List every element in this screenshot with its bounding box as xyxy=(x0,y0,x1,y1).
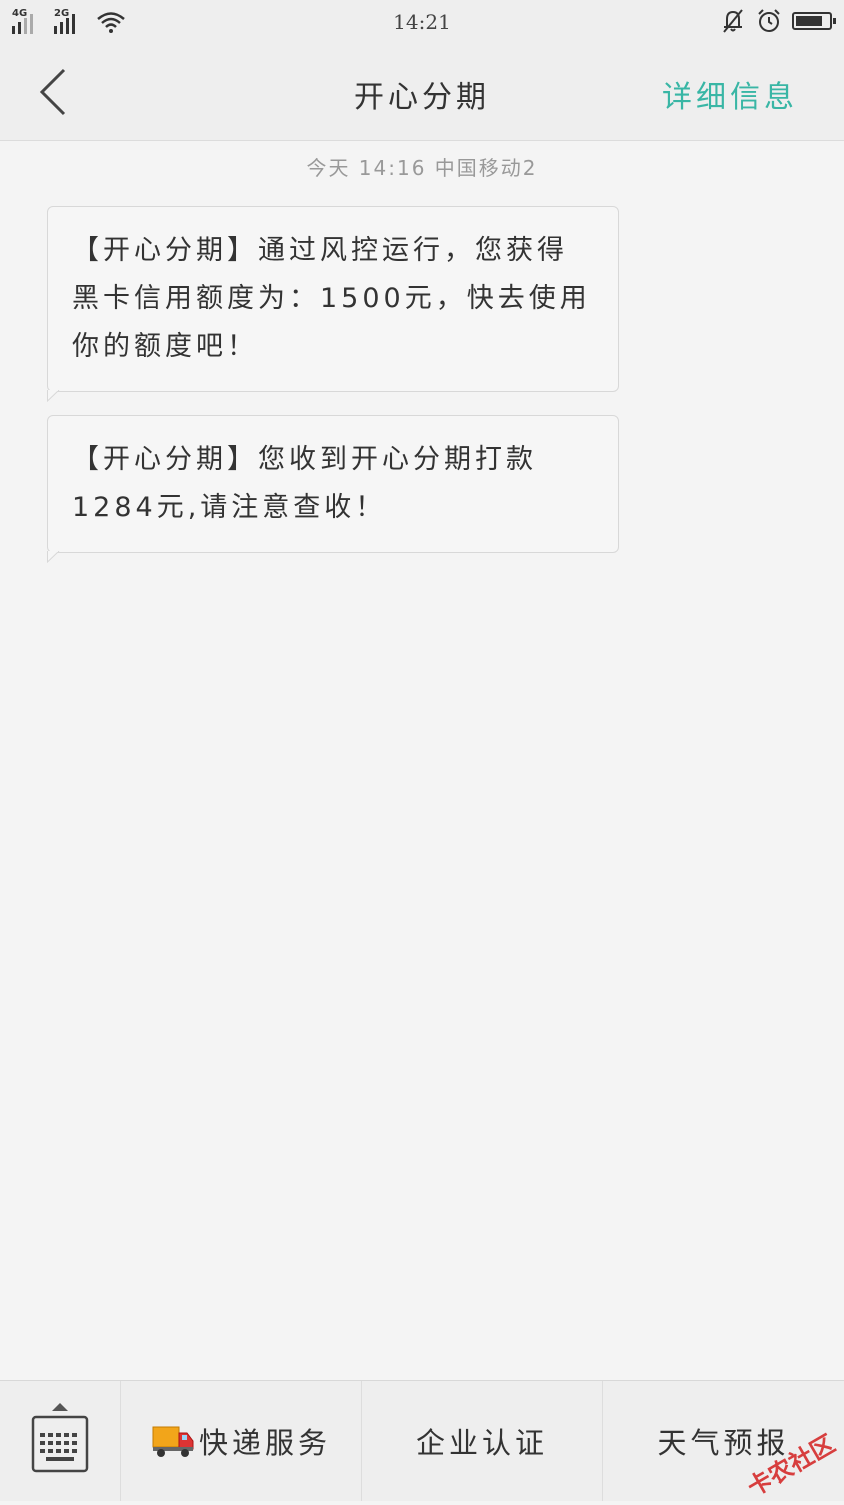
clock: 14:21 xyxy=(393,10,451,34)
quick-action-label: 企业认证 xyxy=(415,1426,548,1460)
quick-action-delivery[interactable]: 快递服务 xyxy=(121,1381,362,1501)
system-indicators xyxy=(720,8,836,34)
alarm-icon xyxy=(758,9,780,32)
battery-icon xyxy=(792,12,836,30)
message-text: 【开心分期】通过风控运行，您获得黑卡信用额度为：1500元，快去使用你的额度吧！ xyxy=(72,235,591,362)
delivery-truck-icon xyxy=(152,1426,194,1457)
quick-action-business-verification[interactable]: 企业认证 xyxy=(362,1381,603,1501)
bubble-tail xyxy=(47,390,60,402)
message-bubble[interactable]: 【开心分期】通过风控运行，您获得黑卡信用额度为：1500元，快去使用你的额度吧！ xyxy=(47,206,619,402)
quick-actions-bar: 快递服务 企业认证 天气预报 卡农社区 xyxy=(0,1380,844,1502)
quick-action-label: 快递服务 xyxy=(198,1426,331,1460)
conversation-header: 开心分期 详细信息 xyxy=(0,44,844,141)
status-bar: 4G 2G 14:21 xyxy=(0,0,844,44)
keyboard-icon xyxy=(31,1403,89,1473)
details-button[interactable]: 详细信息 xyxy=(662,72,798,116)
message-text: 【开心分期】您收到开心分期打款1284元,请注意查收！ xyxy=(72,444,537,523)
bubble-tail xyxy=(47,551,60,563)
message-bubble[interactable]: 【开心分期】您收到开心分期打款1284元,请注意查收！ xyxy=(47,415,619,563)
notification-off-icon xyxy=(723,9,743,33)
keyboard-toggle-button[interactable] xyxy=(0,1381,121,1501)
message-timestamp: 今天 14:16 中国移动2 xyxy=(306,156,538,180)
